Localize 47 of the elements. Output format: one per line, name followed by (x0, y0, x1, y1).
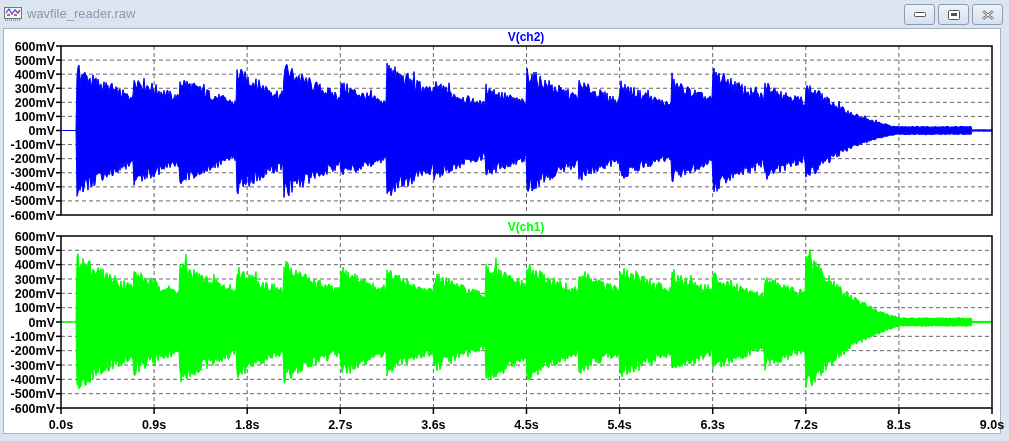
x-tick-label: 9.0s (979, 418, 1005, 432)
minimize-button[interactable] (904, 4, 935, 25)
y-tick-label: -200mV (10, 152, 55, 167)
y-tick-label: 400mV (14, 67, 55, 82)
close-icon (980, 9, 995, 20)
y-tick-label: 0mV (28, 124, 55, 138)
y-tick-label: -600mV (10, 208, 55, 223)
y-tick-label: -100mV (10, 138, 55, 153)
y-tick-label: 300mV (14, 81, 55, 96)
y-tick-label: -100mV (10, 329, 55, 344)
y-tick-label: 300mV (14, 272, 55, 287)
y-tick-label: -500mV (10, 387, 55, 402)
y-tick-label: 500mV (14, 243, 55, 258)
y-tick-label: 400mV (14, 258, 55, 273)
y-tick-label: 600mV (14, 229, 55, 244)
maximize-icon (947, 9, 960, 20)
x-tick-label: 0.0s (48, 418, 74, 432)
y-tick-label: 200mV (14, 286, 55, 301)
y-tick-label: 0mV (28, 315, 55, 330)
close-button[interactable] (972, 4, 1003, 25)
y-tick-label: 500mV (14, 53, 55, 68)
y-tick-label: -200mV (10, 344, 55, 359)
y-tick-label: -300mV (10, 358, 55, 373)
y-tick-label: 600mV (14, 39, 55, 54)
x-tick-label: 8.1s (886, 418, 912, 432)
trace-label: V(ch2) (507, 30, 545, 44)
maximize-button[interactable] (938, 4, 969, 25)
minimize-icon (913, 11, 926, 18)
x-tick-label: 3.6s (421, 418, 446, 432)
window-title: wavfile_reader.raw (27, 6, 136, 21)
x-tick-label: 5.4s (607, 418, 632, 432)
trace-label: V(ch1) (507, 220, 545, 234)
y-tick-label: -400mV (10, 372, 55, 387)
y-tick-label: -400mV (10, 180, 55, 195)
y-tick-label: 200mV (14, 95, 55, 110)
x-tick-label: 1.8s (235, 418, 260, 432)
y-tick-label: 100mV (14, 109, 55, 124)
y-tick-label: -600mV (10, 401, 55, 416)
y-tick-label: -300mV (10, 166, 55, 181)
x-tick-label: 7.2s (793, 418, 818, 432)
x-tick-label: 0.9s (141, 418, 167, 432)
x-tick-label: 4.5s (514, 418, 539, 432)
y-tick-label: 100mV (14, 301, 55, 316)
x-tick-label: 2.7s (328, 418, 353, 432)
y-tick-label: -500mV (10, 194, 55, 209)
waveform-icon (4, 6, 22, 21)
x-tick-label: 6.3s (700, 418, 725, 432)
